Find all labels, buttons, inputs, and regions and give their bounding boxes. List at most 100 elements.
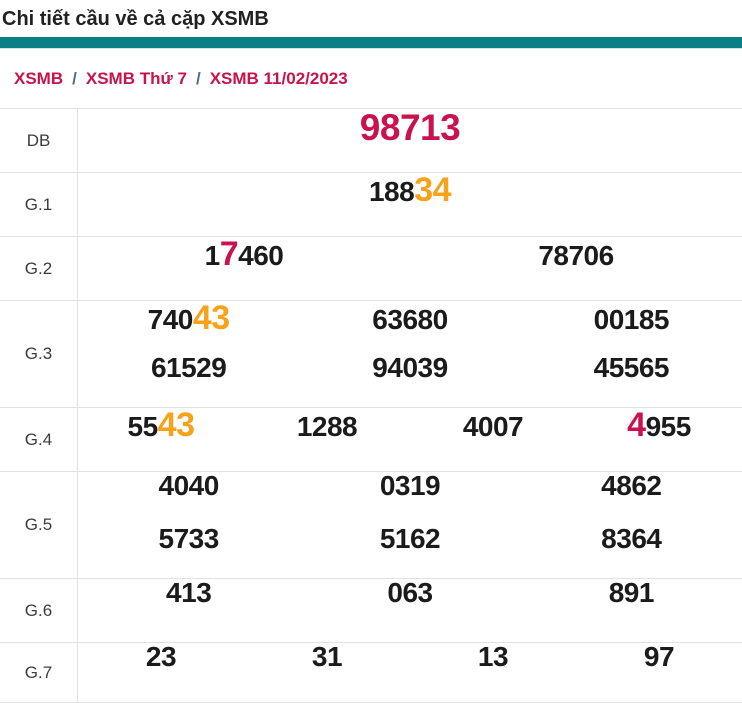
prize-cell: 4862 xyxy=(521,472,742,500)
digit-segment: 188 xyxy=(369,176,414,207)
prize-cell: 78706 xyxy=(410,242,742,270)
prize-line: 18834 xyxy=(78,173,742,236)
breadcrumb-link[interactable]: XSMB 11/02/2023 xyxy=(210,69,348,89)
prize-cell: 4040 xyxy=(78,472,299,500)
prize-cell: 4007 xyxy=(410,413,576,441)
prize-label: G.6 xyxy=(0,579,78,642)
highlight-digit-segment: 43 xyxy=(158,406,195,444)
prize-number: 98713 xyxy=(360,109,460,146)
prize-number: 891 xyxy=(609,579,654,607)
prize-number: 4955 xyxy=(627,408,691,442)
prize-number: 413 xyxy=(166,579,211,607)
prize-cell: 74043 xyxy=(78,301,299,335)
prize-number: 74043 xyxy=(148,301,230,335)
prize-cell: 413 xyxy=(78,579,299,607)
prize-line: 413 063 891 xyxy=(78,579,742,642)
prize-number: 5162 xyxy=(380,525,440,553)
prize-number: 61529 xyxy=(151,354,226,382)
digit-segment: 94039 xyxy=(372,352,447,383)
digit-segment: 13 xyxy=(478,641,508,672)
prize-values: 74043 63680 00185 61529 94039 45565 xyxy=(78,301,742,407)
prize-cell: 00185 xyxy=(521,306,742,334)
digit-segment: 63680 xyxy=(372,304,447,335)
prize-cell: 45565 xyxy=(521,354,742,382)
digit-segment: 5162 xyxy=(380,523,440,554)
prize-number: 0319 xyxy=(380,472,440,500)
digit-segment: 955 xyxy=(646,411,691,442)
breadcrumb-separator: / xyxy=(187,69,210,89)
digit-segment: 23 xyxy=(146,641,176,672)
digit-segment: 4040 xyxy=(159,470,219,501)
prize-row: G.3740436368000185615299403945565 xyxy=(0,301,742,408)
digit-segment: 4862 xyxy=(601,470,661,501)
prize-row: DB98713 xyxy=(0,109,742,173)
prize-number: 4007 xyxy=(463,413,523,441)
breadcrumb: XSMB/XSMB Thứ 7/XSMB 11/02/2023 xyxy=(0,49,742,108)
prize-number: 18834 xyxy=(369,173,451,207)
prize-line: 5543 1288 4007 4955 xyxy=(78,408,742,471)
prize-row: G.723311397 xyxy=(0,643,742,703)
digit-segment: 063 xyxy=(387,577,432,608)
prize-line: 4040 0319 4862 xyxy=(78,472,742,525)
prize-cell: 97 xyxy=(576,643,742,671)
digit-segment: 0319 xyxy=(380,470,440,501)
prize-row: G.6 413 063 891 xyxy=(0,579,742,643)
highlight-digit-segment: 43 xyxy=(193,299,230,337)
prize-line: 98713 xyxy=(78,109,742,172)
prize-number: 1288 xyxy=(297,413,357,441)
prize-row: G.1 18834 xyxy=(0,173,742,237)
digit-segment: 45565 xyxy=(594,352,669,383)
prize-cell: 8364 xyxy=(521,525,742,553)
prize-values: 17460 78706 xyxy=(78,237,742,300)
results-panel: XSMB/XSMB Thứ 7/XSMB 11/02/2023 DB98713G… xyxy=(0,49,742,703)
prize-values: 413 063 891 xyxy=(78,579,742,642)
prize-number: 17460 xyxy=(205,237,284,271)
prize-cell: 5733 xyxy=(78,525,299,553)
prize-cell: 5162 xyxy=(299,525,520,553)
prize-number: 8364 xyxy=(601,525,661,553)
prize-number: 45565 xyxy=(594,354,669,382)
prize-row: G.4 5543 1288 4007 4955 xyxy=(0,408,742,472)
prize-number: 4862 xyxy=(601,472,661,500)
prize-number: 63680 xyxy=(372,306,447,334)
prize-cell: 98713 xyxy=(78,109,742,146)
prize-line: 17460 78706 xyxy=(78,237,742,300)
prize-number: 063 xyxy=(387,579,432,607)
prize-label: G.4 xyxy=(0,408,78,471)
prize-cell: 4955 xyxy=(576,408,742,442)
breadcrumb-separator: / xyxy=(63,69,86,89)
accent-bar xyxy=(0,37,742,49)
page: Chi tiết cầu về cả cặp XSMB XSMB/XSMB Th… xyxy=(0,0,742,703)
highlight-digit-segment: 7 xyxy=(220,235,238,273)
prize-cell: 23 xyxy=(78,643,244,671)
digit-segment: 413 xyxy=(166,577,211,608)
prize-cell: 891 xyxy=(521,579,742,607)
prize-cell: 31 xyxy=(244,643,410,671)
prize-cell: 94039 xyxy=(299,354,520,382)
prize-number: 23 xyxy=(146,643,176,671)
prize-line: 61529 94039 45565 xyxy=(78,354,742,407)
prize-cell: 5543 xyxy=(78,408,244,442)
digit-segment: 1288 xyxy=(297,411,357,442)
prize-values: 5543 1288 4007 4955 xyxy=(78,408,742,471)
prize-number: 5543 xyxy=(128,408,195,442)
prize-values: 18834 xyxy=(78,173,742,236)
prize-row: G.21746078706 xyxy=(0,237,742,301)
breadcrumb-link[interactable]: XSMB xyxy=(14,69,63,89)
breadcrumb-link[interactable]: XSMB Thứ 7 xyxy=(86,69,187,89)
prize-values: 4040 0319 4862 5733 5162 8364 xyxy=(78,472,742,578)
prize-cell: 18834 xyxy=(78,173,742,207)
digit-segment: 891 xyxy=(609,577,654,608)
prize-label: G.1 xyxy=(0,173,78,236)
prize-row: G.5404003194862573351628364 xyxy=(0,472,742,579)
prize-cell: 1288 xyxy=(244,413,410,441)
prize-number: 13 xyxy=(478,643,508,671)
prize-number: 97 xyxy=(644,643,674,671)
digit-segment: 97 xyxy=(644,641,674,672)
page-title: Chi tiết cầu về cả cặp XSMB xyxy=(0,0,742,37)
digit-segment: 78706 xyxy=(538,240,613,271)
prize-cell: 63680 xyxy=(299,306,520,334)
prize-number: 94039 xyxy=(372,354,447,382)
prize-number: 4040 xyxy=(159,472,219,500)
prize-line: 5733 5162 8364 xyxy=(78,525,742,578)
